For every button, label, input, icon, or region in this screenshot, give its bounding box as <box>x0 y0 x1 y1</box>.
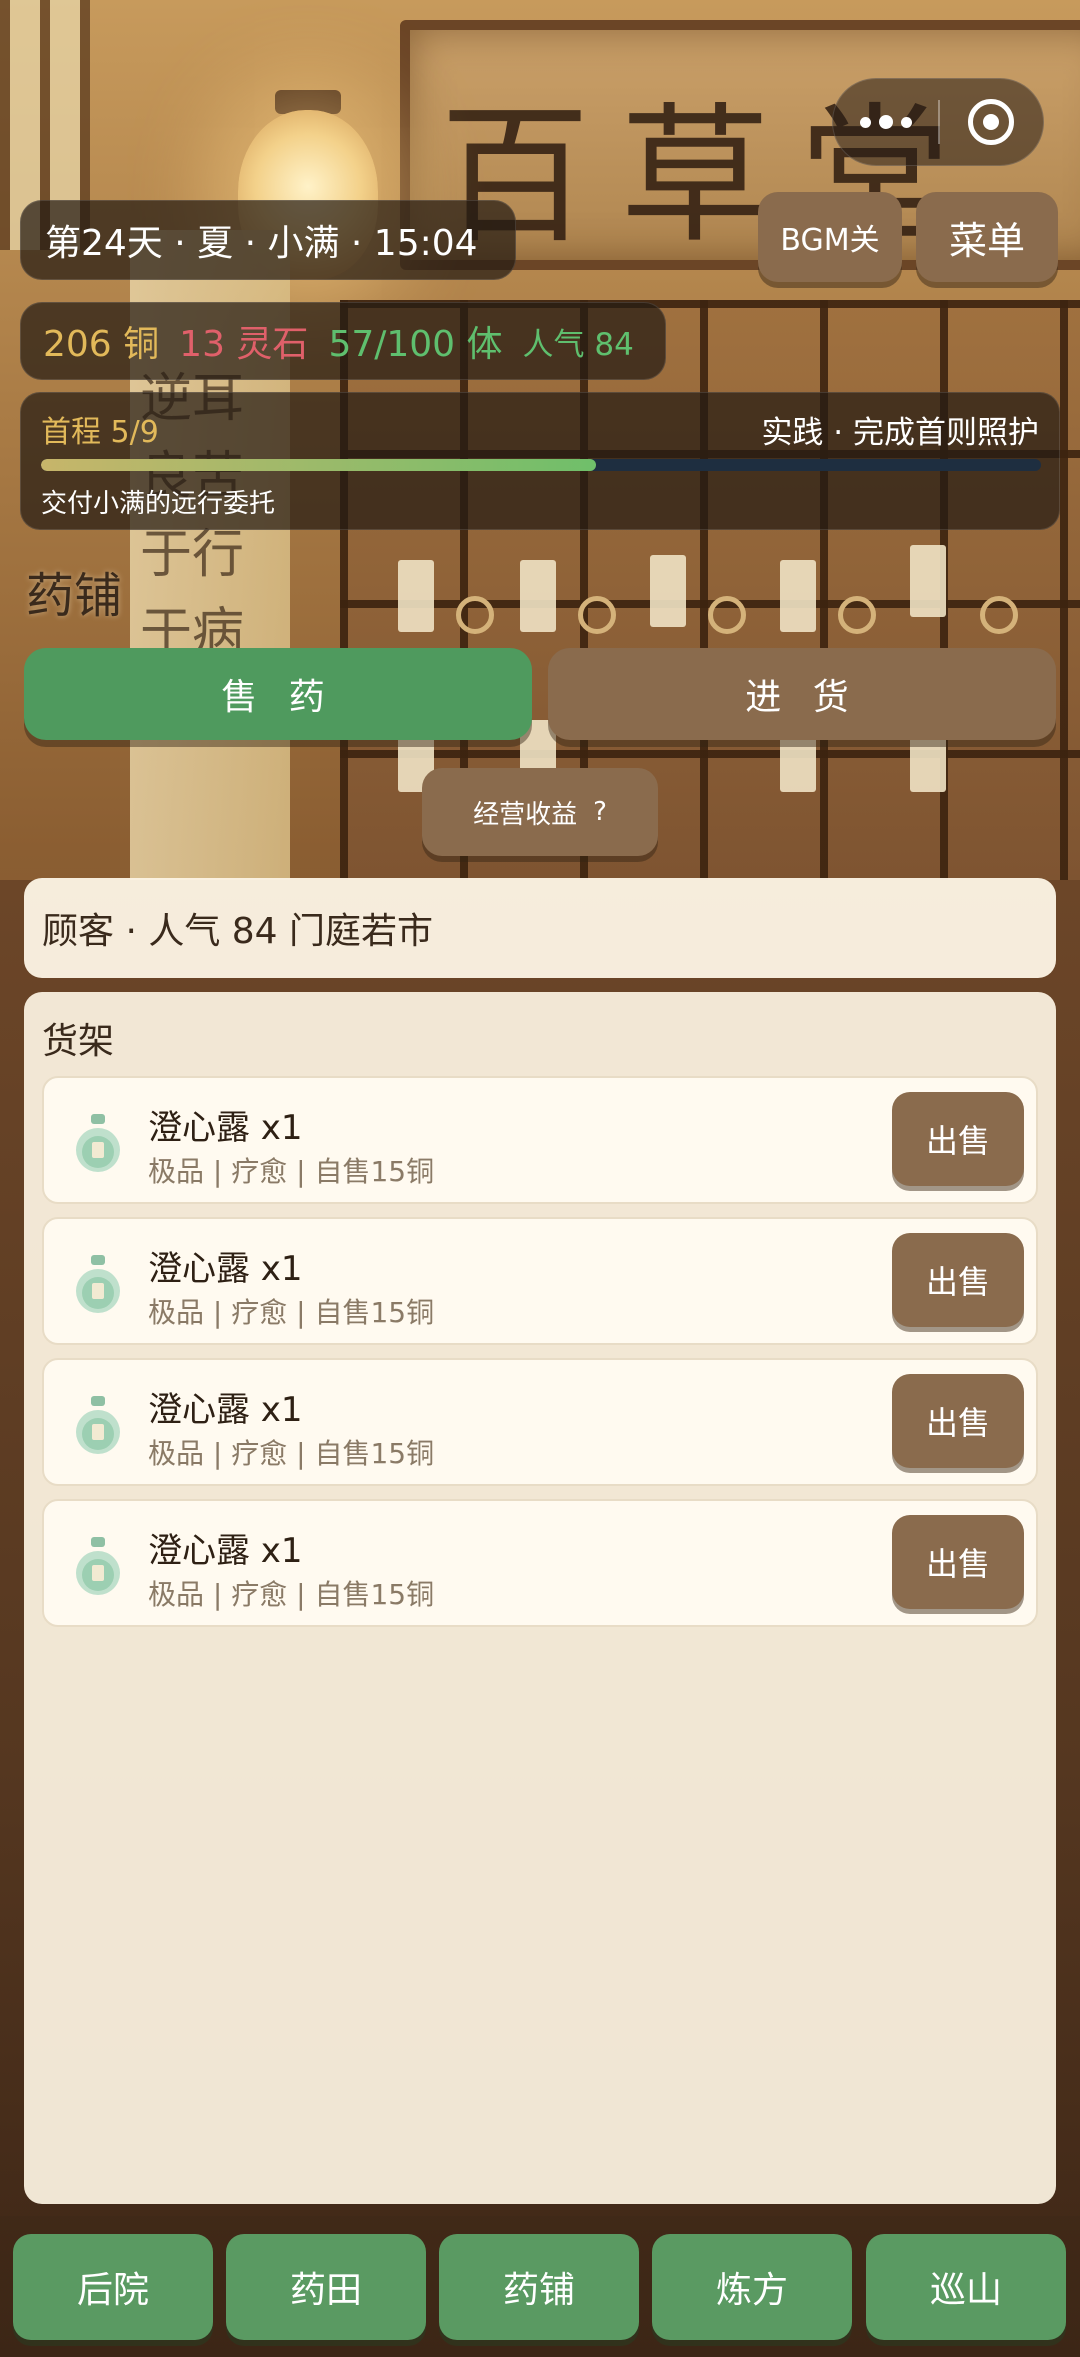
shelf-item: 澄心露 x1 极品 | 疗愈 | 自售15铜 出售 <box>42 1499 1038 1627</box>
drawer-label <box>650 555 686 627</box>
drawer-ring <box>456 596 494 634</box>
sell-button[interactable]: 出售 <box>892 1515 1024 1609</box>
drawer-label <box>520 560 556 632</box>
potion-bottle-icon <box>76 1537 120 1595</box>
item-name: 澄心露 x1 <box>148 1249 303 1289</box>
item-meta: 极品 | 疗愈 | 自售15铜 <box>148 1437 435 1470</box>
bottom-nav: 后院 药田 药铺 炼方 巡山 <box>0 2216 1080 2357</box>
tab-buy[interactable]: 进 货 <box>548 648 1056 740</box>
quest-progress-fill <box>41 459 596 471</box>
shelf-item: 澄心露 x1 极品 | 疗愈 | 自售15铜 出售 <box>42 1076 1038 1204</box>
sell-button[interactable]: 出售 <box>892 1233 1024 1327</box>
quest-title: 实践 · 完成首则照护 <box>761 415 1039 451</box>
potion-bottle-icon <box>76 1255 120 1313</box>
resource-bar: 206 铜 13 灵石 57/100 体 人气 84 <box>20 302 666 380</box>
sell-button[interactable]: 出售 <box>892 1374 1024 1468</box>
spirit-stone-count: 13 灵石 <box>179 324 309 365</box>
quest-description: 交付小满的远行委托 <box>41 489 276 519</box>
customer-status: 顾客 · 人气 84 门庭若市 <box>24 878 1056 978</box>
nav-alchemy[interactable]: 炼方 <box>652 2234 852 2340</box>
shelf-panel: 货架 澄心露 x1 极品 | 疗愈 | 自售15铜 出售 澄心露 x1 极品 |… <box>24 992 1056 2204</box>
nav-herb-field[interactable]: 药田 <box>226 2234 426 2340</box>
copper-count: 206 铜 <box>43 324 160 365</box>
nav-backyard[interactable]: 后院 <box>13 2234 213 2340</box>
quest-progress-bar <box>41 459 1041 471</box>
item-meta: 极品 | 疗愈 | 自售15铜 <box>148 1296 435 1329</box>
quest-step: 首程 5/9 <box>41 415 159 450</box>
drawer-ring <box>838 596 876 634</box>
potion-bottle-icon <box>76 1396 120 1454</box>
popularity-count: 人气 84 <box>522 326 634 363</box>
nav-patrol-mountain[interactable]: 巡山 <box>866 2234 1066 2340</box>
sell-button[interactable]: 出售 <box>892 1092 1024 1186</box>
drawer-label <box>910 545 946 617</box>
drawer-label <box>398 560 434 632</box>
item-meta: 极品 | 疗愈 | 自售15铜 <box>148 1578 435 1611</box>
game-time-display: 第24天 · 夏 · 小满 · 15:04 <box>20 200 516 280</box>
game-time-text: 第24天 · 夏 · 小满 · 15:04 <box>45 223 478 264</box>
potion-bottle-icon <box>76 1114 120 1172</box>
miniprogram-capsule <box>832 78 1044 166</box>
menu-button[interactable]: 菜单 <box>916 192 1058 282</box>
item-name: 澄心露 x1 <box>148 1531 303 1571</box>
item-name: 澄心露 x1 <box>148 1390 303 1430</box>
nav-pharmacy[interactable]: 药铺 <box>439 2234 639 2340</box>
customer-text: 顾客 · 人气 84 门庭若市 <box>42 911 434 952</box>
drawer-ring <box>578 596 616 634</box>
page-title: 药铺 <box>26 568 123 624</box>
income-button[interactable]: 经营收益 ? <box>422 768 658 856</box>
more-dots-icon[interactable] <box>833 78 938 166</box>
shelf-title: 货架 <box>42 1021 115 1062</box>
shelf-item: 澄心露 x1 极品 | 疗愈 | 自售15铜 出售 <box>42 1217 1038 1345</box>
help-icon: ? <box>593 797 607 827</box>
drawer-ring <box>708 596 746 634</box>
bgm-toggle-button[interactable]: BGM关 <box>758 192 902 282</box>
stamina-count: 57/100 体 <box>328 324 503 365</box>
item-name: 澄心露 x1 <box>148 1108 303 1148</box>
shelf-item: 澄心露 x1 极品 | 疗愈 | 自售15铜 出售 <box>42 1358 1038 1486</box>
quest-panel[interactable]: 首程 5/9 实践 · 完成首则照护 交付小满的远行委托 <box>20 392 1060 530</box>
tab-sell[interactable]: 售 药 <box>24 648 532 740</box>
drawer-label <box>780 560 816 632</box>
income-label: 经营收益 <box>473 799 578 830</box>
drawer-ring <box>980 596 1018 634</box>
shelf-list: 澄心露 x1 极品 | 疗愈 | 自售15铜 出售 澄心露 x1 极品 | 疗愈… <box>42 1076 1038 1640</box>
target-circle-icon[interactable] <box>940 78 1043 166</box>
item-meta: 极品 | 疗愈 | 自售15铜 <box>148 1155 435 1188</box>
